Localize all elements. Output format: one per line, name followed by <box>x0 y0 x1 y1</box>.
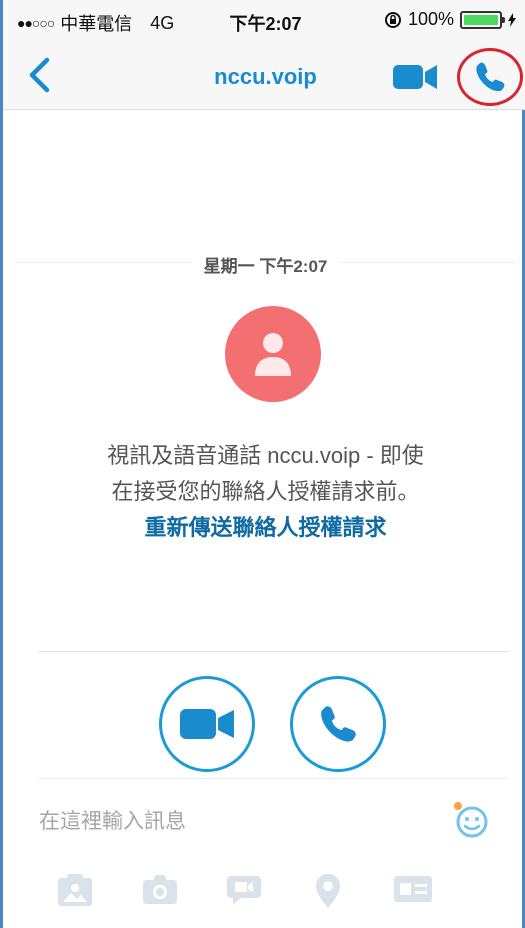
video-call-button[interactable] <box>159 676 255 772</box>
media-gallery-icon[interactable] <box>56 872 94 908</box>
battery-fill <box>464 14 498 25</box>
contact-card-icon[interactable] <box>392 872 434 904</box>
video-camera-icon[interactable] <box>391 62 439 92</box>
divider <box>38 778 508 779</box>
date-separator: 星期一 下午2:07 <box>3 252 525 277</box>
person-icon <box>255 333 291 376</box>
video-message-icon[interactable] <box>225 872 263 908</box>
rotation-lock-icon <box>384 11 401 28</box>
date-label: 星期一 下午2:07 <box>191 257 340 276</box>
status-bar: ●●○○○ 中華電信 4G 下午2:07 100% <box>3 0 525 40</box>
video-camera-icon <box>180 709 234 739</box>
audio-call-button[interactable] <box>457 48 523 106</box>
divider <box>38 651 508 652</box>
nav-bar: nccu.voip <box>3 40 525 110</box>
phone-icon <box>321 706 356 742</box>
status-right: 100% <box>384 9 516 30</box>
camera-icon[interactable] <box>141 872 179 906</box>
location-pin-icon[interactable] <box>314 872 342 910</box>
message-input[interactable] <box>39 806 429 838</box>
phone-icon <box>476 62 505 92</box>
page-title: nccu.voip <box>214 64 317 89</box>
battery-percent: 100% <box>407 9 454 29</box>
info-message-line2: 在接受您的聯絡人授權請求前。 <box>111 479 420 504</box>
app-frame: ●●○○○ 中華電信 4G 下午2:07 100% nccu.voip 星期一 … <box>0 0 525 928</box>
resend-request-link[interactable]: 重新傳送聯絡人授權請求 <box>3 510 525 542</box>
charging-bolt-icon <box>508 12 516 27</box>
voice-call-button[interactable] <box>290 676 386 772</box>
contact-avatar <box>225 306 321 402</box>
battery-icon <box>460 10 505 29</box>
info-message-line1: 視訊及語音通話 nccu.voip - 即使 <box>107 443 424 468</box>
emoji-icon[interactable] <box>451 800 491 840</box>
